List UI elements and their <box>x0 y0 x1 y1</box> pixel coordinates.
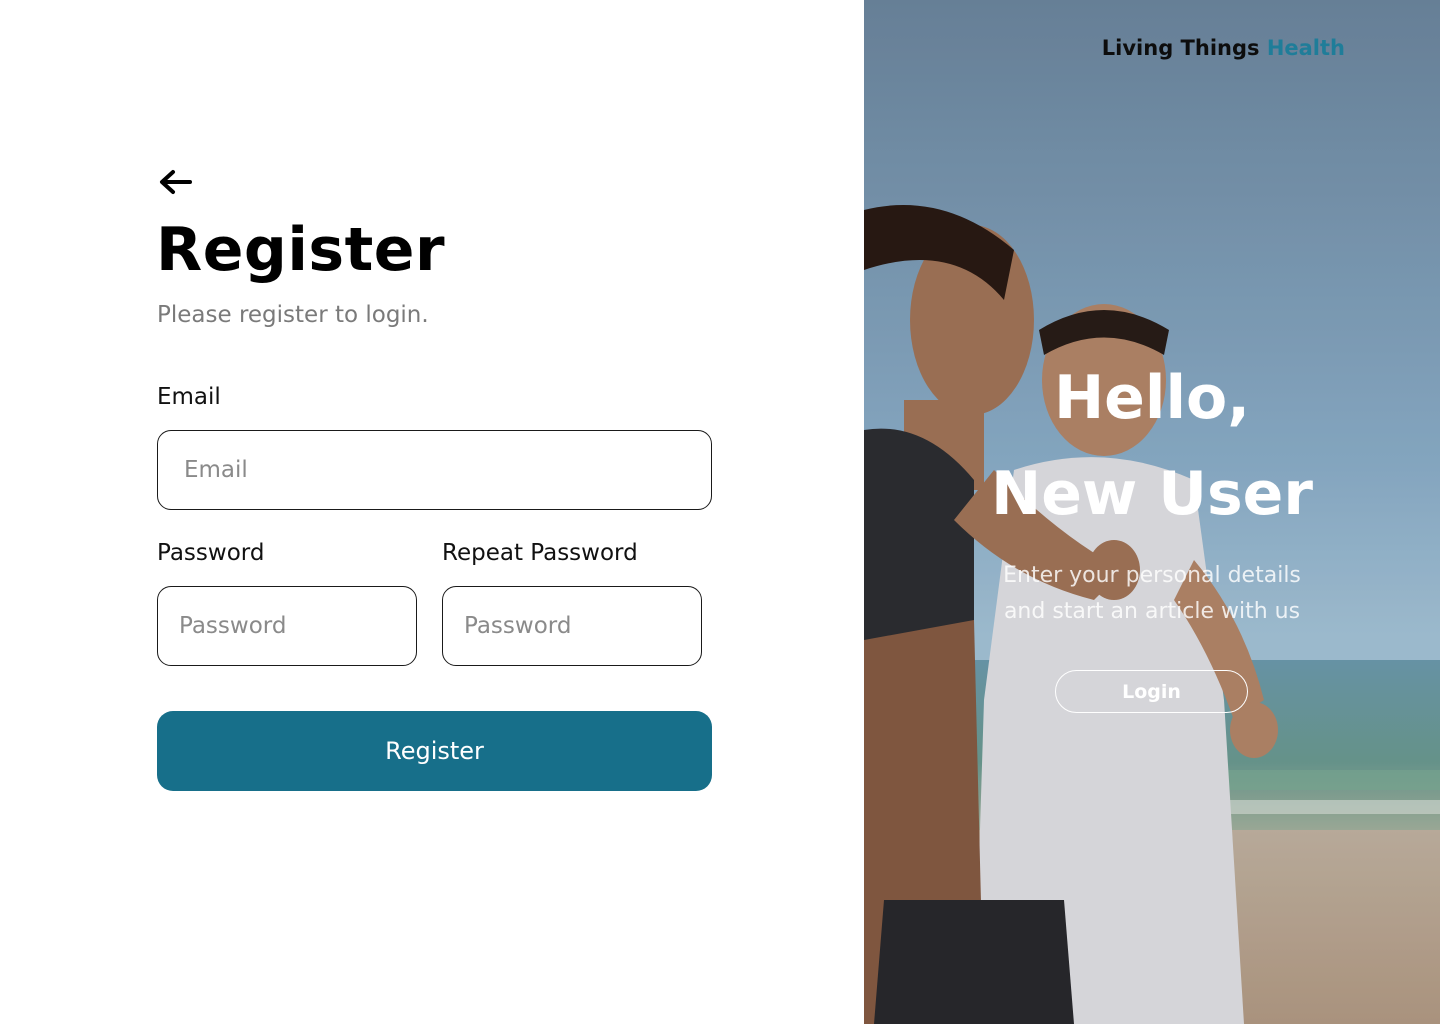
email-field[interactable] <box>157 430 712 510</box>
back-button[interactable] <box>157 166 193 198</box>
password-field[interactable] <box>157 586 417 666</box>
brand-name: Living Things <box>1101 36 1260 60</box>
hero-greeting-line1: Hello, <box>1053 363 1251 433</box>
hero-greeting: Hello, New User <box>864 350 1440 542</box>
brand-logo: Living Things Health <box>1102 36 1345 60</box>
page-subtitle: Please register to login. <box>157 302 429 328</box>
login-button[interactable]: Login <box>1055 670 1248 713</box>
register-panel: Register Please register to login. Email… <box>0 0 864 1024</box>
email-label: Email <box>157 384 221 410</box>
arrow-left-icon <box>160 170 192 194</box>
hero-panel: Living Things Health Hello, New User Ent… <box>864 0 1440 1024</box>
password-label: Password <box>157 540 265 566</box>
register-button[interactable]: Register <box>157 711 712 791</box>
brand-name-accent: Health <box>1266 36 1345 60</box>
hero-tagline: Enter your personal details and start an… <box>864 558 1440 630</box>
hero-tagline-line1: Enter your personal details <box>1003 563 1301 588</box>
hero-greeting-line2: New User <box>991 459 1313 529</box>
register-page: Register Please register to login. Email… <box>0 0 1440 1024</box>
repeat-password-label: Repeat Password <box>442 540 638 566</box>
hero-tagline-line2: and start an article with us <box>1003 599 1301 624</box>
repeat-password-field[interactable] <box>442 586 702 666</box>
page-title: Register <box>156 215 446 285</box>
